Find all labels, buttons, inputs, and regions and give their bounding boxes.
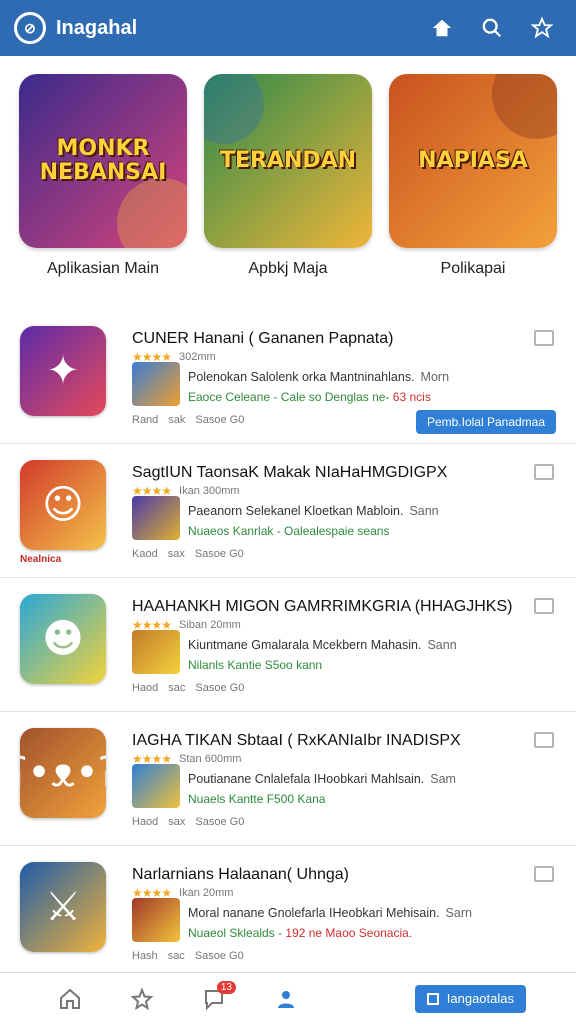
list-item[interactable]: ✦ CUNER Hanani ( Gananen Papnata) ★★★★ 3… [0, 310, 576, 444]
app-tags: Nilanls Kantie S5oo kann [188, 658, 323, 672]
bottom-nav-bar: 13 Iangaotalas [0, 972, 576, 1024]
app-icon[interactable]: ⚔ [20, 862, 106, 952]
featured-image[interactable]: TERANDAN [204, 74, 372, 248]
app-size: Stan 600mm [179, 753, 242, 765]
app-description: Moral nanane Gnolefarla IHeobkari Mehisa… [188, 906, 472, 920]
bookmark-icon[interactable] [534, 732, 554, 748]
featured-label[interactable]: Apbkj Maja [248, 260, 327, 278]
app-stats: Rand sak Sasoe G0 [132, 414, 245, 426]
featured-image[interactable]: NAPIASA [389, 74, 557, 248]
list-item[interactable]: ⚔ Narlarnians Halaanan( Uhnga) ★★★★ Ikan… [0, 846, 576, 980]
app-tag-label: Nealnica [20, 554, 62, 565]
app-logo-icon[interactable]: ⊘ [14, 12, 46, 44]
list-item[interactable]: ʕ•ᴥ•ʔ IAGHA TIKAN SbtaaI ( RxKANIaIbr IN… [0, 712, 576, 846]
featured-label[interactable]: Aplikasian Main [47, 260, 159, 278]
app-size: 302mm [179, 351, 216, 363]
notification-badge: 13 [216, 980, 236, 994]
app-icon[interactable]: ☻ [20, 594, 106, 684]
bookmark-icon[interactable] [534, 866, 554, 882]
app-title[interactable]: HAAHANKH MIGON GAMRRIMKGRIA (HHAGJHKS) [132, 598, 512, 616]
profile-nav-icon[interactable] [266, 979, 306, 1019]
star-nav-icon[interactable] [122, 979, 162, 1019]
list-item[interactable]: ☻ HAAHANKH MIGON GAMRRIMKGRIA (HHAGJHKS)… [0, 578, 576, 712]
app-stats: Haod sax Sasoe G0 [132, 816, 245, 828]
featured-card[interactable]: TERANDAN Apbkj Maja [203, 74, 373, 278]
app-title[interactable]: SagtIUN TaonsaK Makak NIaHaHMGDIGPX [132, 464, 447, 482]
featured-card[interactable]: MONKR NEBANSAI Aplikasian Main [18, 74, 188, 278]
app-size: Ikan 20mm [179, 887, 234, 899]
app-description: Paeanorn Selekanel Kloetkan Mabloin. Sann [188, 504, 439, 518]
app-tags: Nuaeos Kanrlak - Oalealespaie seans [188, 524, 390, 538]
app-stats: Hash sac Sasoe G0 [132, 950, 244, 962]
bottom-action-label: Iangaotalas [446, 991, 514, 1006]
bottom-action-button[interactable]: Iangaotalas [414, 984, 526, 1013]
featured-image[interactable]: MONKR NEBANSAI [19, 74, 187, 248]
app-title[interactable]: CUNER Hanani ( Gananen Papnata) [132, 330, 393, 348]
featured-label[interactable]: Polikapai [441, 260, 506, 278]
bookmark-icon[interactable] [534, 330, 554, 346]
featured-card[interactable]: NAPIASA Polikapai [388, 74, 558, 278]
app-list: ✦ CUNER Hanani ( Gananen Papnata) ★★★★ 3… [0, 310, 576, 980]
list-item[interactable]: ☺ Nealnica SagtIUN TaonsaK Makak NIaHaHM… [0, 444, 576, 578]
app-stats: Kaod sax Sasoe G0 [132, 548, 244, 560]
top-app-bar: ⊘ Inagahal [0, 0, 576, 56]
messages-nav-icon[interactable]: 13 [194, 979, 236, 1019]
screenshot-thumb[interactable] [132, 630, 180, 674]
search-icon[interactable] [472, 8, 512, 48]
app-tags: Nuaels Kantte F500 Kana [188, 792, 326, 806]
home-icon[interactable] [422, 8, 462, 48]
screenshot-thumb[interactable] [132, 898, 180, 942]
featured-game-title: TERANDAN [219, 147, 357, 173]
app-size: Siban 20mm [179, 619, 241, 631]
screenshot-thumb[interactable] [132, 362, 180, 406]
app-icon[interactable]: ☺ [20, 460, 106, 550]
app-icon[interactable]: ʕ•ᴥ•ʔ [20, 728, 106, 818]
bookmark-icon[interactable] [534, 598, 554, 614]
app-icon[interactable]: ✦ [20, 326, 106, 416]
app-tags: Eaoce Celeane - Cale so Denglas ne- 63 n… [188, 390, 431, 404]
app-size: Ikan 300mm [179, 485, 240, 497]
app-description: Kiuntmane Gmalarala Mcekbern Mahasin. San… [188, 638, 457, 652]
screenshot-thumb[interactable] [132, 496, 180, 540]
bookmark-icon[interactable] [534, 464, 554, 480]
app-title: Inagahal [56, 16, 138, 39]
featured-row: MONKR NEBANSAI Aplikasian Main TERANDAN … [18, 74, 558, 278]
home-nav-icon[interactable] [50, 979, 90, 1019]
app-description: Polenokan Salolenk orka Mantninahlans. Mo… [188, 370, 450, 384]
square-icon [426, 992, 439, 1005]
app-title[interactable]: IAGHA TIKAN SbtaaI ( RxKANIaIbr INADISPX [132, 732, 461, 750]
featured-game-title: NAPIASA [418, 147, 528, 173]
app-description: Poutianane Cnlalefala IHoobkari Mahlsain… [188, 772, 456, 786]
screenshot-thumb[interactable] [132, 764, 180, 808]
install-button[interactable]: Pemb.Iolal Panadmaa [416, 410, 556, 434]
app-title[interactable]: Narlarnians Halaanan( Uhnga) [132, 866, 349, 884]
app-tags: Nuaeol Sklealds - 192 ne Maoo Seonacia. [188, 926, 413, 940]
star-icon[interactable] [522, 8, 562, 48]
app-stats: Haod sac Sasoe G0 [132, 682, 245, 694]
featured-game-title: MONKR NEBANSAI [39, 135, 167, 185]
